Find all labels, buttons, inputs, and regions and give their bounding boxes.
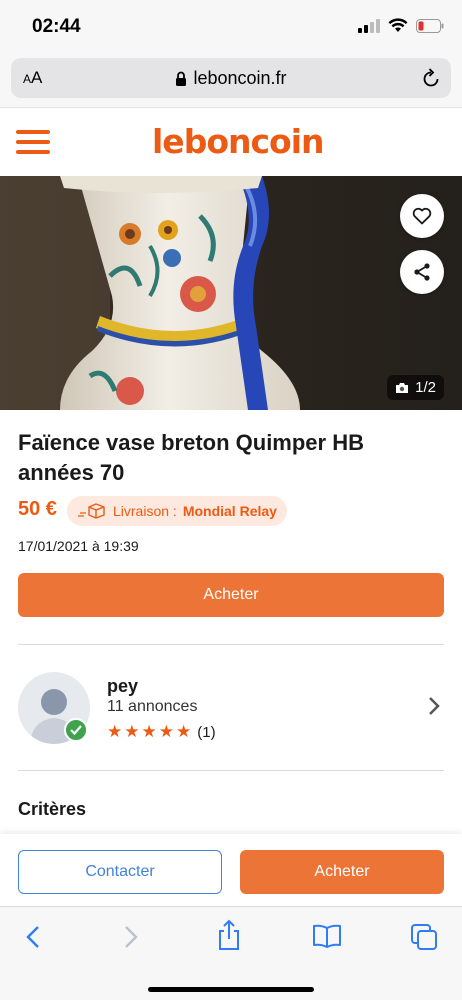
tabs-icon[interactable] <box>410 923 438 951</box>
site-logo[interactable]: leboncoin <box>152 122 325 161</box>
status-bar: 02:44 <box>0 0 462 52</box>
site-header: leboncoin <box>0 108 462 176</box>
delivery-box-icon <box>78 503 105 519</box>
divider <box>18 770 444 771</box>
delivery-carrier: Mondial Relay <box>182 503 277 519</box>
reload-icon[interactable] <box>421 67 441 89</box>
menu-icon[interactable] <box>16 130 50 154</box>
seller-rating: ★ ★ ★ ★ ★ (1) <box>107 722 216 742</box>
battery-icon <box>416 18 444 33</box>
wifi-icon <box>388 18 408 32</box>
listing-title: Faïence vase breton Quimper HB années 70 <box>18 430 364 485</box>
lock-icon <box>176 71 187 86</box>
url-display[interactable]: leboncoin.fr <box>11 68 451 89</box>
seller-name[interactable]: pey <box>107 676 138 697</box>
chevron-right-icon[interactable] <box>428 696 440 716</box>
buy-button-bottom[interactable]: Acheter <box>240 850 444 894</box>
share-icon <box>414 263 430 281</box>
buy-button[interactable]: Acheter <box>18 573 444 617</box>
listing-price: 50 € <box>18 498 57 520</box>
url-text: leboncoin.fr <box>193 68 287 88</box>
photo-counter: 1/2 <box>387 375 444 400</box>
divider <box>18 644 444 645</box>
browser-address-area: AA leboncoin.fr <box>0 52 462 108</box>
back-icon[interactable] <box>24 923 42 951</box>
star-icon: ★ <box>141 722 157 741</box>
bookmarks-icon[interactable] <box>312 923 342 949</box>
listing-photo[interactable]: 1/2 <box>0 176 462 410</box>
seller-card[interactable]: pey 11 annonces ★ ★ ★ ★ ★ (1) <box>18 672 444 748</box>
heart-icon <box>412 207 432 225</box>
star-icon: ★ <box>107 722 123 741</box>
seller-ads-count: 11 annonces <box>107 698 198 715</box>
criteria-heading: Critères <box>18 799 87 819</box>
browser-toolbar <box>0 906 462 1000</box>
review-count: (1) <box>197 723 216 741</box>
verified-icon <box>64 718 88 742</box>
status-icons <box>358 18 444 33</box>
contact-button[interactable]: Contacter <box>18 850 222 894</box>
delivery-badge: Livraison : Mondial Relay <box>67 496 287 526</box>
home-indicator <box>148 987 314 992</box>
camera-icon <box>396 382 409 393</box>
star-icon: ★ <box>176 722 192 741</box>
delivery-label: Livraison : <box>113 503 177 519</box>
favorite-button[interactable] <box>400 194 444 238</box>
share-button[interactable] <box>400 250 444 294</box>
listing-date: 17/01/2021 à 19:39 <box>18 538 139 554</box>
star-icon: ★ <box>124 722 140 741</box>
forward-icon[interactable] <box>122 923 140 951</box>
address-bar[interactable]: AA leboncoin.fr <box>11 58 451 98</box>
signal-icon <box>358 18 380 33</box>
share-tray-icon[interactable] <box>216 919 242 951</box>
star-icon: ★ <box>158 722 174 741</box>
status-time: 02:44 <box>32 16 81 37</box>
action-bar: Contacter Acheter <box>0 834 462 906</box>
